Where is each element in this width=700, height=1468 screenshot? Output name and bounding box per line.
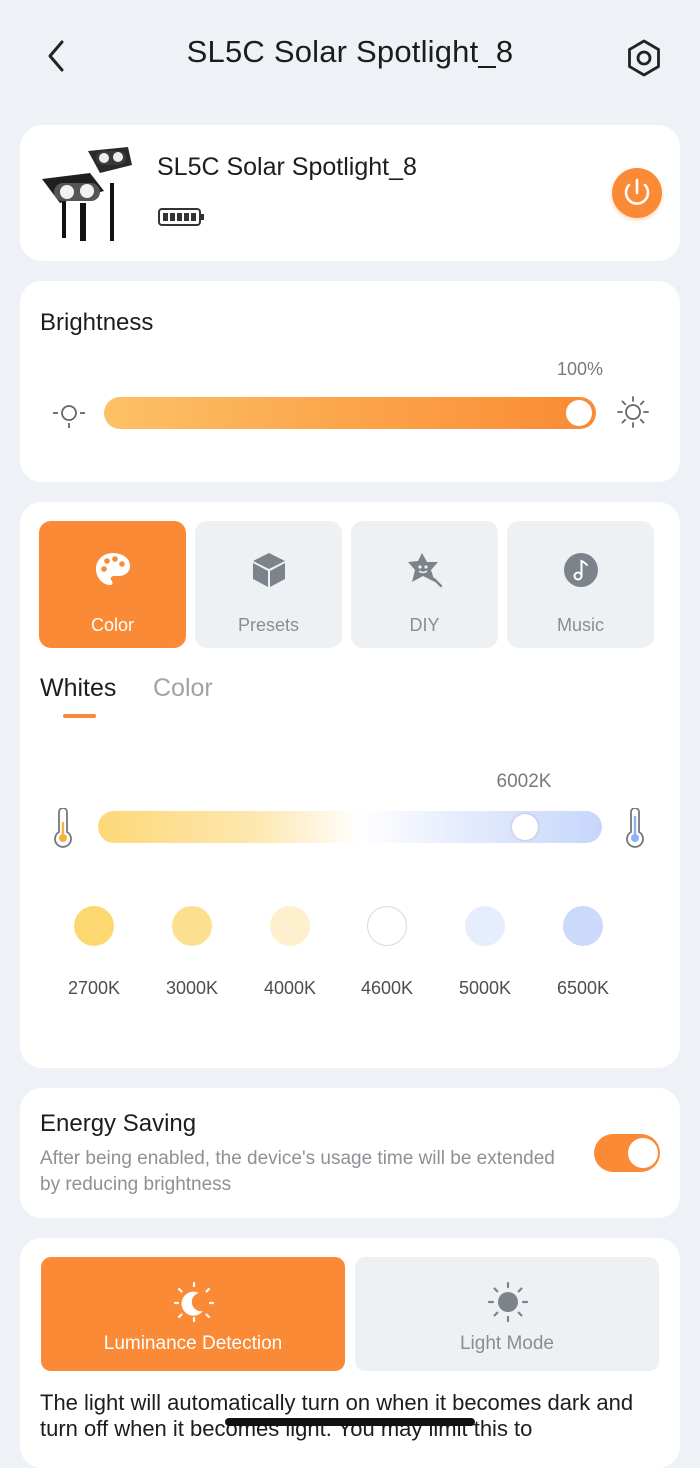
battery-full-icon — [158, 208, 204, 226]
sun-low-icon — [53, 405, 85, 428]
preset-label: 3000K — [165, 978, 219, 998]
lighting-mode-card: Color Presets DIY Music Whites Color 600… — [20, 502, 680, 1068]
light-mode-card: Luminance Detection Light Mode The light… — [20, 1238, 680, 1468]
preset-2700k-swatch[interactable] — [74, 906, 114, 946]
preset-4000k-swatch[interactable] — [270, 906, 310, 946]
power-button[interactable] — [612, 168, 662, 218]
tab-presets-label: Presets — [237, 615, 300, 635]
power-icon — [624, 178, 650, 205]
preset-label: 4000K — [263, 978, 317, 998]
sun-high-icon — [617, 396, 649, 428]
light-mode-description: The light will automatically turn on whe… — [40, 1390, 634, 1441]
device-card[interactable]: SL5C Solar Spotlight_8 — [20, 125, 680, 261]
preset-3000k-swatch[interactable] — [172, 906, 212, 946]
gear-icon[interactable] — [624, 38, 664, 78]
home-indicator[interactable] — [225, 1418, 475, 1426]
tab-diy[interactable]: DIY — [351, 521, 498, 648]
preset-label: 6500K — [556, 978, 610, 998]
energy-saving-card: Energy Saving After being enabled, the d… — [20, 1088, 680, 1218]
page-title: SL5C Solar Spotlight_8 — [186, 34, 514, 69]
energy-saving-toggle-knob[interactable] — [628, 1138, 658, 1168]
tab-color[interactable]: Color — [39, 521, 186, 648]
brightness-slider[interactable] — [104, 397, 596, 429]
subtab-active-indicator — [63, 714, 96, 718]
device-name: SL5C Solar Spotlight_8 — [157, 153, 417, 181]
subtab-whites[interactable]: Whites — [40, 674, 116, 703]
star-face-icon — [408, 553, 443, 588]
spotlight-image — [42, 147, 132, 241]
thermometer-cool-icon — [626, 808, 644, 848]
luminance-detection-label: Luminance Detection — [103, 1333, 283, 1354]
energy-saving-description: After being enabled, the device's usage … — [40, 1148, 555, 1195]
brightness-card: Brightness 100% — [20, 281, 680, 482]
tab-presets[interactable]: Presets — [195, 521, 342, 648]
preset-5000k-swatch[interactable] — [465, 906, 505, 946]
tab-color-label: Color — [90, 615, 134, 635]
brightness-slider-thumb[interactable] — [566, 400, 592, 426]
palette-icon — [96, 553, 130, 585]
brightness-title: Brightness — [40, 309, 154, 336]
preset-label: 5000K — [458, 978, 512, 998]
music-note-icon — [564, 553, 598, 587]
tab-music[interactable]: Music — [507, 521, 654, 648]
luminance-detection-button[interactable]: Luminance Detection — [41, 1257, 345, 1371]
light-mode-label: Light Mode — [459, 1333, 554, 1354]
color-temp-value: 6002K — [496, 771, 552, 792]
cube-icon — [253, 553, 285, 587]
preset-label: 4600K — [360, 978, 414, 998]
brightness-value: 100% — [556, 359, 604, 379]
light-mode-button[interactable]: Light Mode — [355, 1257, 659, 1371]
tab-diy-label: DIY — [409, 615, 440, 635]
energy-saving-title: Energy Saving — [40, 1110, 197, 1137]
moon-sun-icon — [173, 1281, 215, 1323]
sun-icon — [487, 1281, 529, 1323]
subtab-color[interactable]: Color — [153, 674, 213, 703]
thermometer-warm-icon — [54, 808, 72, 848]
preset-6500k-swatch[interactable] — [563, 906, 603, 946]
tab-music-label: Music — [556, 615, 604, 635]
preset-4600k-swatch[interactable] — [367, 906, 407, 946]
color-temp-slider-thumb[interactable] — [512, 814, 538, 840]
preset-label: 2700K — [67, 978, 121, 998]
